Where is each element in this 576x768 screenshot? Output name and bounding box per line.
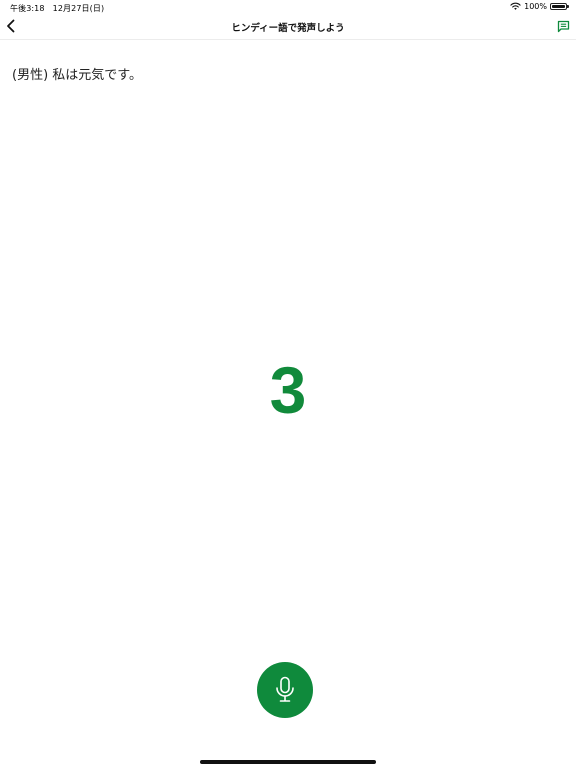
battery-icon — [550, 3, 569, 10]
app-screen: 午後3:18 12月27日(日) 100% ヒンディー語で発声しよう (男性) … — [0, 0, 576, 768]
battery-fill — [552, 5, 565, 8]
status-bar: 午後3:18 12月27日(日) 100% — [0, 0, 576, 14]
record-button[interactable] — [257, 662, 313, 718]
countdown-number: 3 — [269, 353, 307, 427]
home-indicator[interactable] — [200, 760, 376, 764]
status-time: 午後3:18 12月27日(日) — [10, 4, 105, 13]
status-indicators: 100% — [510, 2, 569, 11]
phrase-text: (男性) 私は元気です。 — [12, 68, 142, 83]
chat-button[interactable] — [555, 17, 571, 35]
navigation-bar: ヒンディー語で発声しよう — [0, 14, 576, 40]
page-title: ヒンディー語で発声しよう — [231, 23, 345, 34]
wifi-icon — [510, 2, 521, 10]
chat-bubble-icon — [557, 20, 569, 32]
microphone-icon — [276, 676, 294, 702]
battery-percent: 100% — [524, 2, 547, 11]
